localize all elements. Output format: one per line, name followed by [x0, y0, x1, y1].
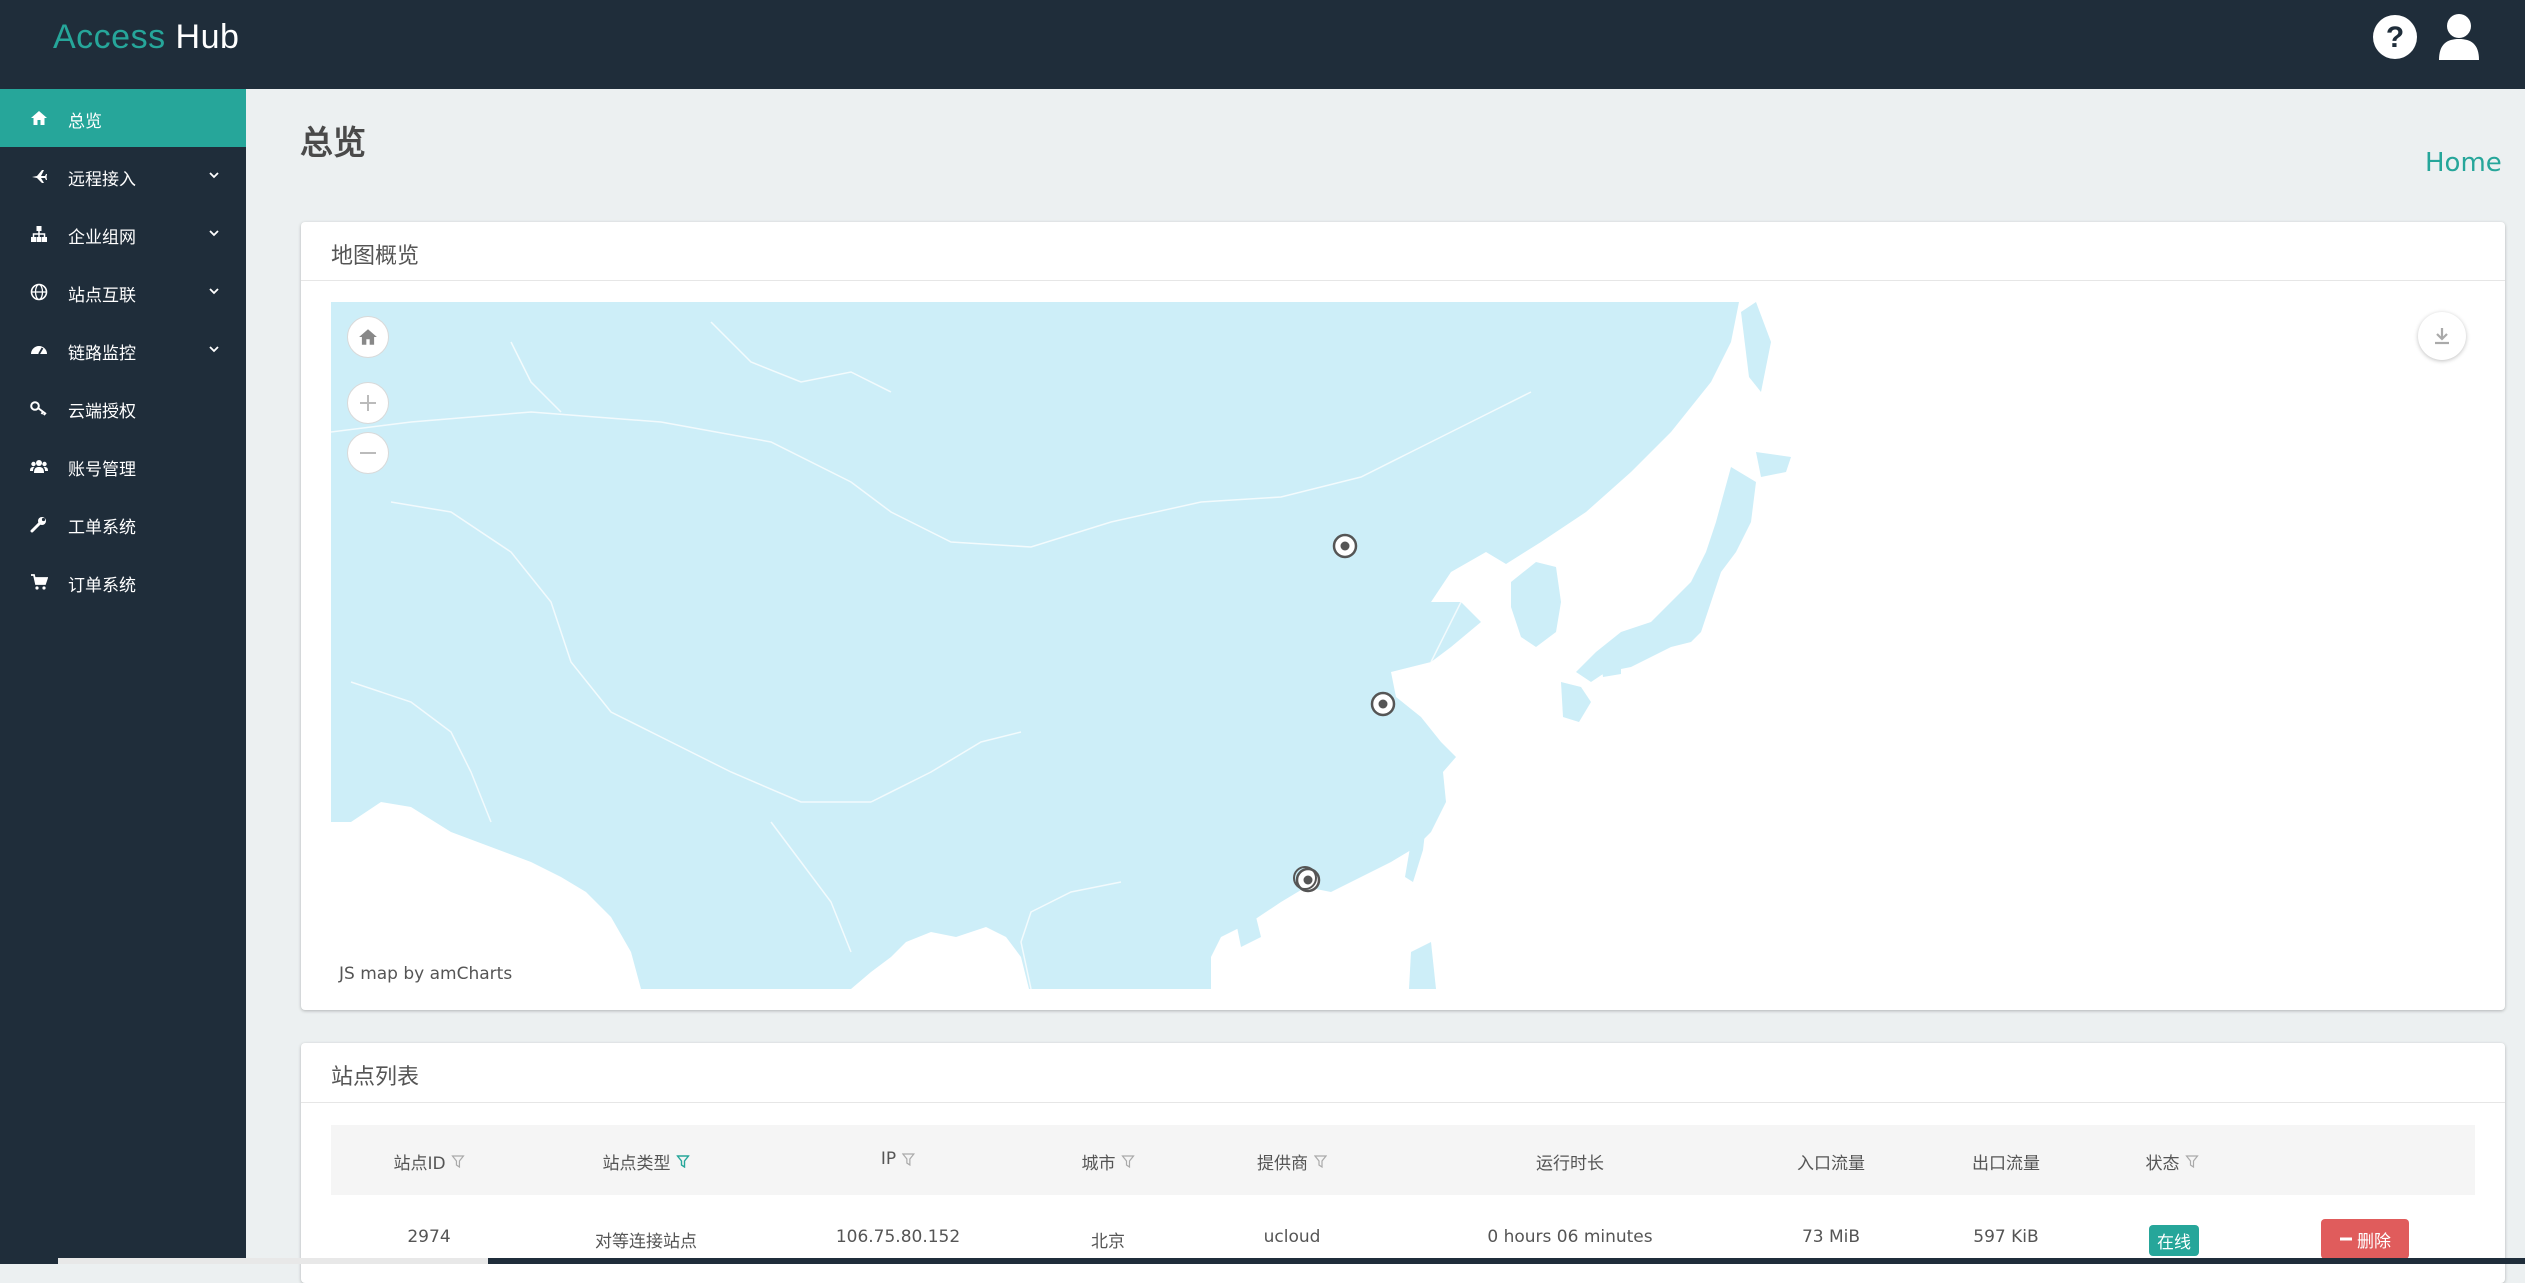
map-zoom-out-button[interactable] — [347, 432, 389, 474]
filter-icon[interactable] — [902, 1152, 916, 1166]
column-header-site-type[interactable]: 站点类型 — [603, 1149, 690, 1174]
minus-icon — [2340, 1237, 2352, 1241]
filter-icon[interactable] — [676, 1155, 690, 1168]
user-icon[interactable] — [2435, 12, 2483, 62]
help-icon[interactable]: ? — [2372, 14, 2418, 60]
map-marker-shenzhen[interactable] — [1293, 866, 1321, 893]
dashboard-icon — [31, 346, 47, 355]
plus-icon — [360, 395, 376, 411]
brand-part-2: Hub — [175, 18, 240, 56]
sidebar-item-link-monitor[interactable]: 链路监控 — [0, 321, 246, 379]
sidebar-item-label: 站点互联 — [68, 286, 136, 306]
plane-icon — [32, 170, 47, 183]
column-header-uptime: 运行时长 — [1536, 1154, 1604, 1174]
home-icon — [31, 111, 47, 125]
map-home-button[interactable] — [347, 316, 389, 358]
chevron-down-icon — [209, 288, 219, 295]
map-marker-beijing[interactable] — [1332, 533, 1358, 559]
map-card-title: 地图概览 — [331, 244, 420, 269]
map-credit[interactable]: JS map by amCharts — [339, 964, 512, 984]
cell-city: 北京 — [1091, 1232, 1125, 1252]
column-header-site-id[interactable]: 站点ID — [393, 1149, 465, 1174]
cell-outbound-traffic: 597 KiB — [1973, 1227, 2039, 1247]
sidebar-item-label: 企业组网 — [68, 228, 136, 248]
sidebar-item-remote-access[interactable]: 远程接入 — [0, 147, 246, 205]
minus-icon — [360, 452, 376, 454]
card-divider — [301, 1102, 2505, 1103]
delete-button-label: 删除 — [2357, 1231, 2391, 1252]
sitemap-icon — [31, 226, 47, 242]
column-header-ip[interactable]: IP — [881, 1149, 916, 1169]
sidebar-item-label: 订单系统 — [68, 576, 136, 596]
cart-icon — [31, 574, 48, 590]
map-canvas[interactable]: JS map by amCharts — [331, 302, 2475, 989]
download-icon — [2435, 328, 2449, 345]
cell-uptime: 0 hours 06 minutes — [1487, 1227, 1653, 1247]
horizontal-scrollbar[interactable] — [0, 1258, 2525, 1264]
filter-icon[interactable] — [451, 1155, 465, 1168]
top-navbar: Access Hub ? — [0, 0, 2525, 89]
sidebar-item-account-management[interactable]: 账号管理 — [0, 437, 246, 495]
column-header-inbound-traffic: 入口流量 — [1797, 1154, 1865, 1174]
map-zoom-in-button[interactable] — [347, 382, 389, 424]
delete-button[interactable]: 删除 — [2321, 1219, 2409, 1259]
table-header: 站点ID 站点类型 IP 城市 提供商 运行时长 入口流量 出口流量 状态 — [331, 1125, 2475, 1195]
brand-part-1: Access — [53, 18, 166, 56]
cell-inbound-traffic: 73 MiB — [1801, 1227, 1861, 1247]
sidebar-item-order-system[interactable]: 订单系统 — [0, 553, 246, 611]
cell-ip: 106.75.80.152 — [835, 1227, 961, 1247]
column-header-status[interactable]: 状态 — [2146, 1149, 2199, 1174]
filter-icon[interactable] — [1314, 1155, 1327, 1168]
site-list-title: 站点列表 — [331, 1065, 420, 1090]
sidebar-item-site-interconnect[interactable]: 站点互联 — [0, 263, 246, 321]
cell-provider: ucloud — [1263, 1227, 1321, 1247]
map-overview-card: 地图概览 JS map by amCharts — [301, 222, 2505, 1010]
map-marker-shanghai[interactable] — [1370, 691, 1396, 717]
breadcrumb-home-link[interactable]: Home — [2425, 148, 2502, 178]
sidebar-item-label: 云端授权 — [68, 402, 136, 422]
map-export-button[interactable] — [2418, 312, 2466, 360]
sidebar-item-label: 链路监控 — [68, 344, 136, 364]
filter-icon[interactable] — [2185, 1155, 2199, 1168]
sidebar-item-enterprise-network[interactable]: 企业组网 — [0, 205, 246, 263]
key-icon — [30, 401, 47, 416]
column-header-outbound-traffic: 出口流量 — [1972, 1154, 2040, 1174]
column-header-city[interactable]: 城市 — [1082, 1149, 1135, 1174]
home-icon — [359, 329, 377, 345]
card-divider — [301, 280, 2505, 281]
site-list-card: 站点列表 站点ID 站点类型 IP 城市 提供商 运行时长 入口流量 出口流量 … — [301, 1043, 2505, 1283]
sidebar: 总览 远程接入 企业组网 站点互联 链路监控 云端授权 账号管理 工单系统 订单… — [0, 89, 246, 1264]
status-badge: 在线 — [2149, 1225, 2199, 1256]
wrench-icon — [30, 517, 46, 533]
page-title: 总览 — [300, 123, 366, 162]
sidebar-item-cloud-license[interactable]: 云端授权 — [0, 379, 246, 437]
sidebar-item-overview[interactable]: 总览 — [0, 89, 246, 147]
column-header-provider[interactable]: 提供商 — [1257, 1149, 1327, 1174]
chevron-down-icon — [209, 230, 219, 237]
svg-text:?: ? — [2386, 21, 2404, 54]
scrollbar-thumb[interactable] — [58, 1258, 488, 1264]
chevron-down-icon — [209, 346, 219, 353]
brand-logo[interactable]: Access Hub — [53, 18, 239, 57]
sidebar-item-label: 工单系统 — [68, 518, 136, 538]
chevron-down-icon — [209, 172, 219, 179]
users-icon — [30, 460, 48, 473]
globe-icon — [30, 283, 48, 301]
filter-icon[interactable] — [1121, 1155, 1135, 1168]
sidebar-item-label: 账号管理 — [68, 460, 136, 480]
sidebar-item-label: 总览 — [68, 112, 102, 132]
cell-site-type: 对等连接站点 — [595, 1232, 697, 1252]
sidebar-item-ticket-system[interactable]: 工单系统 — [0, 495, 246, 553]
cell-site-id: 2974 — [407, 1227, 451, 1247]
sidebar-item-label: 远程接入 — [68, 170, 136, 190]
